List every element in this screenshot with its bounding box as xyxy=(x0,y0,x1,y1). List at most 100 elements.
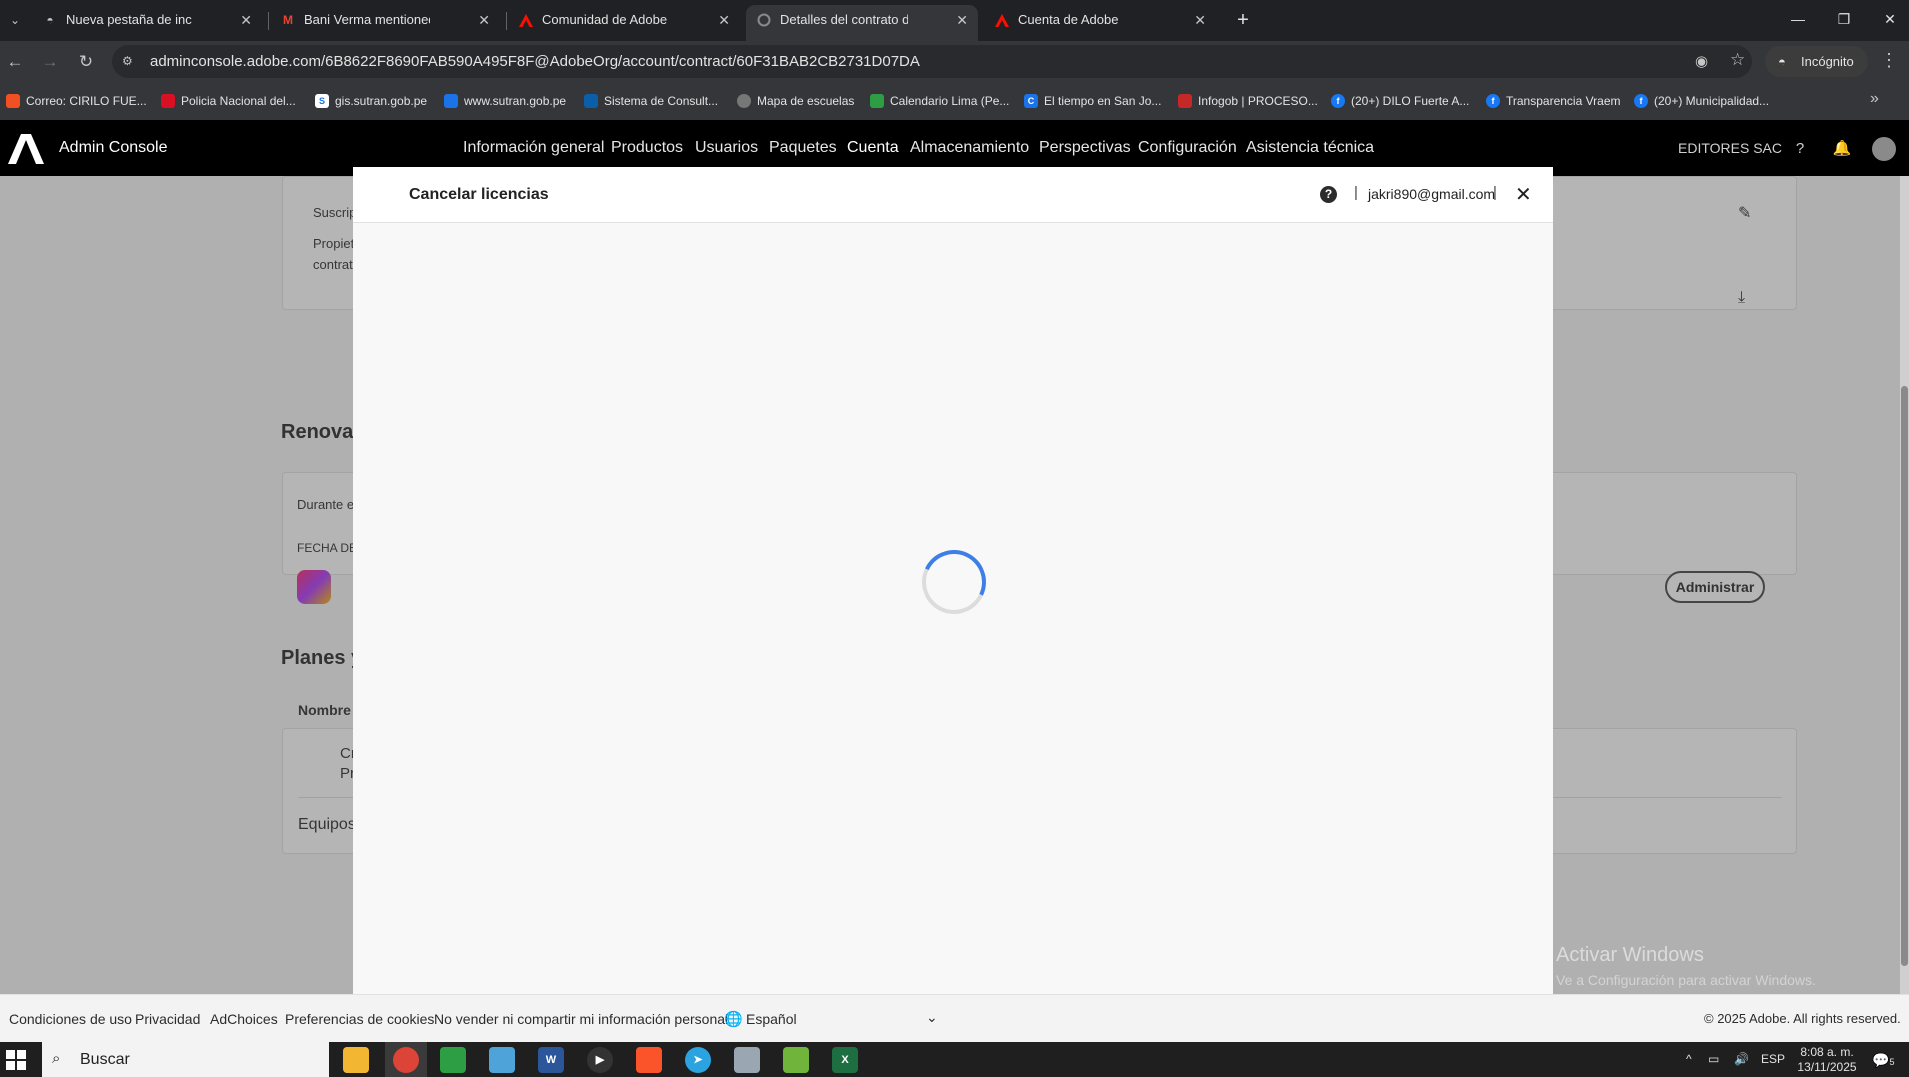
nav-users[interactable]: Usuarios xyxy=(695,139,758,157)
close-icon[interactable]: ✕ xyxy=(718,5,730,35)
brave-icon[interactable] xyxy=(636,1047,662,1073)
bookmark-star-icon[interactable]: ☆ xyxy=(1730,50,1745,70)
incognito-profile-button[interactable]: ◓ Incógnito xyxy=(1765,46,1868,77)
footer-link-cookies[interactable]: Preferencias de cookies xyxy=(285,1011,434,1027)
nav-settings[interactable]: Configuración xyxy=(1138,139,1237,157)
app-title[interactable]: Admin Console xyxy=(59,139,168,157)
file-explorer-icon[interactable] xyxy=(343,1047,369,1073)
footer-link-adchoices[interactable]: AdChoices xyxy=(210,1011,278,1027)
close-icon[interactable]: ✕ xyxy=(956,5,968,35)
nav-products[interactable]: Productos xyxy=(611,139,683,157)
back-arrow-icon[interactable]: ← xyxy=(3,50,27,74)
bookmark-item[interactable]: f (20+) DILO Fuerte A... xyxy=(1331,92,1469,110)
close-icon[interactable]: ✕ xyxy=(478,5,490,35)
cancel-licenses-dialog: Cancelar licencias ? | jakri890@gmail.co… xyxy=(353,167,1553,994)
adobe-icon xyxy=(518,12,534,28)
bookmark-favicon-icon xyxy=(870,94,884,108)
windows-activation-watermark: Activar Windows xyxy=(1556,944,1704,966)
footer-link-do-not-sell[interactable]: No vender ni compartir mi información pe… xyxy=(434,1011,728,1027)
input-language[interactable]: ESP xyxy=(1761,1052,1785,1066)
nav-storage[interactable]: Almacenamiento xyxy=(910,139,1029,157)
telegram-icon[interactable]: ➤ xyxy=(685,1047,711,1073)
tab-adobe-community[interactable]: Comunidad de Adobe | Inspirac ✕ xyxy=(508,5,740,41)
avatar[interactable] xyxy=(1872,137,1896,161)
page-footer: Condiciones de uso Privacidad AdChoices … xyxy=(0,994,1909,1042)
footer-link-terms[interactable]: Condiciones de uso xyxy=(9,1011,132,1027)
search-icon: ⌕ xyxy=(52,1050,61,1067)
bookmark-item[interactable]: f Transparencia Vraem xyxy=(1486,92,1621,110)
bookmark-item[interactable]: Correo: CIRILO FUE... xyxy=(6,92,147,110)
new-tab-button[interactable]: + xyxy=(1228,5,1258,35)
language-selector[interactable]: Español xyxy=(746,1011,797,1027)
close-icon[interactable]: ✕ xyxy=(1515,182,1532,207)
tab-contract-details[interactable]: Detalles del contrato de cuenta ✕ xyxy=(746,5,978,41)
url-text[interactable]: adminconsole.adobe.com/6B8622F8690FAB590… xyxy=(150,53,920,70)
help-icon[interactable]: ? xyxy=(1789,138,1811,160)
eye-slash-icon[interactable]: ◉ xyxy=(1695,52,1708,70)
bookmark-item[interactable]: www.sutran.gob.pe xyxy=(444,92,566,110)
facebook-icon: f xyxy=(1486,94,1500,108)
chrome-icon[interactable] xyxy=(393,1047,419,1073)
bookmark-item[interactable]: C El tiempo en San Jo... xyxy=(1024,92,1161,110)
help-icon[interactable]: ? xyxy=(1320,186,1337,203)
volume-icon[interactable]: 🔊 xyxy=(1734,1052,1749,1066)
bookmarks-bar: Correo: CIRILO FUE... Policia Nacional d… xyxy=(0,82,1909,120)
page-scrollbar[interactable] xyxy=(1900,176,1909,994)
tray-chevron-icon[interactable]: ^ xyxy=(1686,1052,1692,1066)
bookmark-favicon-icon: C xyxy=(1024,94,1038,108)
bookmark-item[interactable]: Sgis.sutran.gob.pe xyxy=(315,92,427,110)
tab-gmail[interactable]: M Bani Verma mentioned you in A ✕ xyxy=(270,5,500,41)
more-bookmarks-icon[interactable]: » xyxy=(1870,90,1879,108)
bookmark-item[interactable]: Mapa de escuelas xyxy=(737,92,854,110)
nav-account[interactable]: Cuenta xyxy=(847,139,899,157)
header-divider: | xyxy=(1354,184,1358,201)
browser-menu-icon[interactable]: ⋮ xyxy=(1880,50,1898,71)
footer-link-privacy[interactable]: Privacidad xyxy=(135,1011,200,1027)
org-switcher[interactable]: EDITORES SAC xyxy=(1678,140,1782,156)
bookmark-item[interactable]: Policia Nacional del... xyxy=(161,92,296,110)
app-icon[interactable] xyxy=(734,1047,760,1073)
clock[interactable]: 8:08 a. m. 13/11/2025 xyxy=(1797,1045,1857,1075)
taskbar-search[interactable]: ⌕ Buscar xyxy=(42,1042,329,1077)
nav-support[interactable]: Asistencia técnica xyxy=(1246,139,1374,157)
tab-adobe-account[interactable]: Cuenta de Adobe ✕ xyxy=(984,5,1216,41)
incognito-icon: ◓ xyxy=(1778,54,1786,69)
chevron-down-icon[interactable]: ⌄ xyxy=(926,1009,938,1026)
nav-overview[interactable]: Información general xyxy=(463,139,604,157)
scrollbar-thumb[interactable] xyxy=(1901,386,1908,966)
site-settings-icon[interactable]: ⚙ xyxy=(122,53,140,69)
nav-packages[interactable]: Paquetes xyxy=(769,139,837,157)
windows-start-icon[interactable] xyxy=(6,1050,26,1070)
tab-incognito[interactable]: ◓ Nueva pestaña de incógnito ✕ xyxy=(32,5,262,41)
bluestacks-icon[interactable] xyxy=(783,1047,809,1073)
close-icon[interactable]: ✕ xyxy=(240,5,252,35)
adobe-icon xyxy=(994,12,1010,28)
adobe-logo-icon[interactable] xyxy=(8,134,44,164)
close-icon[interactable]: ✕ xyxy=(1194,5,1206,35)
minimize-icon[interactable]: — xyxy=(1775,0,1821,41)
app-icon[interactable] xyxy=(489,1047,515,1073)
excel-icon[interactable]: X xyxy=(832,1047,858,1073)
bookmark-item[interactable]: f (20+) Municipalidad... xyxy=(1634,92,1769,110)
bookmark-item[interactable]: Sistema de Consult... xyxy=(584,92,718,110)
notifications-icon[interactable]: 💬5 xyxy=(1872,1052,1894,1069)
app-icon[interactable] xyxy=(440,1047,466,1073)
restore-icon[interactable]: ❐ xyxy=(1821,0,1867,41)
globe-icon xyxy=(737,94,751,108)
word-icon[interactable]: W xyxy=(538,1047,564,1073)
tab-search-chevron-icon[interactable]: ⌄ xyxy=(4,9,26,31)
browser-toolbar: ← → ↻ ⚙ adminconsole.adobe.com/6B8622F86… xyxy=(0,41,1909,82)
address-bar[interactable]: ⚙ adminconsole.adobe.com/6B8622F8690FAB5… xyxy=(112,45,1752,78)
bell-icon[interactable]: 🔔 xyxy=(1831,138,1853,160)
bookmark-item[interactable]: Infogob | PROCESO... xyxy=(1178,92,1318,110)
network-icon[interactable]: ▭ xyxy=(1708,1052,1719,1066)
dialog-header: Cancelar licencias ? | jakri890@gmail.co… xyxy=(353,167,1553,223)
header-divider: | xyxy=(1493,184,1497,201)
forward-arrow-icon[interactable]: → xyxy=(38,50,62,74)
media-player-icon[interactable]: ▶ xyxy=(587,1047,613,1073)
incognito-icon: ◓ xyxy=(46,13,54,27)
window-close-icon[interactable]: ✕ xyxy=(1867,0,1909,41)
reload-icon[interactable]: ↻ xyxy=(74,50,98,74)
nav-insights[interactable]: Perspectivas xyxy=(1039,139,1131,157)
bookmark-item[interactable]: Calendario Lima (Pe... xyxy=(870,92,1009,110)
